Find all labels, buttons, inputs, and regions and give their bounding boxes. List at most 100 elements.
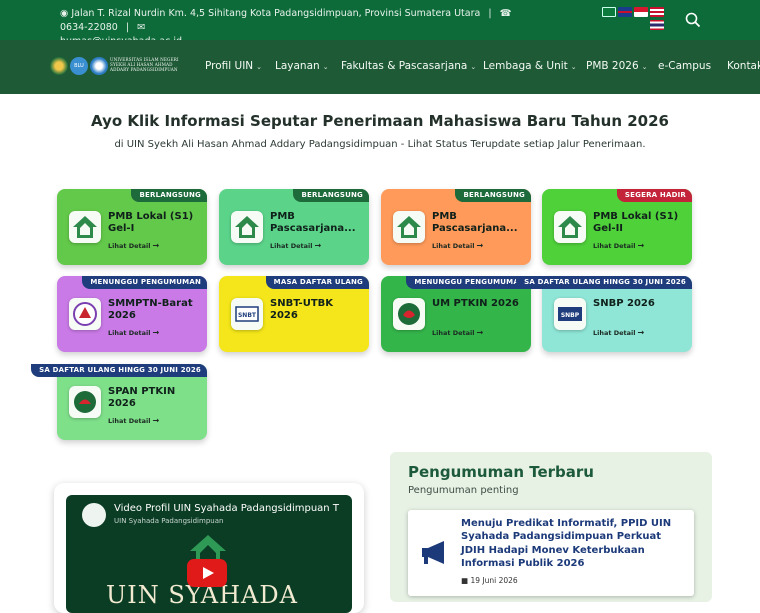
nav-kontak[interactable]: Kontak: [727, 60, 760, 72]
status-badge: BERLANGSUNG: [455, 189, 531, 202]
flag-saudi-icon[interactable]: [602, 7, 616, 17]
detail-link[interactable]: Lihat Detail →: [108, 241, 159, 250]
campus-logo-icon: [90, 57, 108, 75]
nav-label: PMB 2026: [586, 60, 639, 72]
arrow-right-icon: →: [314, 241, 322, 250]
mail-icon: ✉: [137, 22, 146, 33]
card-title: UM PTKIN 2026: [432, 298, 519, 309]
page-title: Ayo Klik Informasi Seputar Penerimaan Ma…: [91, 112, 669, 130]
announcements-heading: Pengumuman Terbaru: [408, 463, 594, 481]
video-title: Video Profil UIN Syahada Padangsidimpuan…: [114, 503, 339, 514]
uin-emblem-icon: [50, 57, 68, 75]
detail-link-label: Lihat Detail: [108, 417, 151, 425]
card-title: PMB Lokal (S1) Gel-II: [593, 211, 679, 234]
megaphone-icon: [422, 541, 444, 564]
admission-card[interactable]: MASA DAFTAR ULANG SNBT SNBT-UTBK 2026: [219, 276, 369, 352]
smmptn-logo-icon: [69, 298, 101, 330]
nav-ecampus[interactable]: e-Campus: [658, 60, 711, 72]
status-badge: SA DAFTAR ULANG HINGG 30 JUNI 2026: [516, 276, 692, 289]
play-button-icon[interactable]: [187, 559, 227, 587]
status-badge: SA DAFTAR ULANG HINGG 30 JUNI 2026: [31, 364, 207, 377]
uin-logo-icon: [69, 211, 101, 243]
nav-lembaga[interactable]: Lembaga & Unit ⌄: [483, 60, 577, 72]
flag-thailand-icon[interactable]: [650, 20, 664, 30]
uin-logo-icon: [231, 211, 263, 243]
admission-card[interactable]: BERLANGSUNG PMB Pascasarjana... Lihat Deta…: [381, 189, 531, 265]
admission-card[interactable]: BERLANGSUNG PMB Pascasarjana... Lihat Deta…: [219, 189, 369, 265]
announcement-title[interactable]: Menuju Predikat Informatif, PPID UIN Sya…: [461, 517, 687, 570]
site-logo[interactable]: BLU UNIVERSITAS ISLAM NEGERI SYEKH ALI H…: [50, 55, 190, 81]
separator: |: [125, 22, 130, 33]
flag-malaysia-icon[interactable]: [650, 7, 664, 17]
calendar-icon: ■: [461, 576, 469, 585]
status-badge: BERLANGSUNG: [293, 189, 369, 202]
location-icon: ◉: [60, 8, 69, 19]
video-player[interactable]: Video Profil UIN Syahada Padangsidimpuan…: [66, 495, 352, 613]
card-title: PMB Pascasarjana...: [432, 211, 518, 234]
announcement-item[interactable]: Menuju Predikat Informatif, PPID UIN Sya…: [408, 510, 694, 596]
detail-link[interactable]: Lihat Detail →: [108, 416, 159, 425]
arrow-right-icon: →: [152, 241, 160, 250]
detail-link-label: Lihat Detail: [108, 329, 151, 337]
arrow-right-icon: →: [152, 328, 160, 337]
flag-english-icon[interactable]: [618, 7, 632, 17]
admission-card[interactable]: MENUNGGU PENGUMUMAN SMMPTN-Barat 2026 Liha…: [57, 276, 207, 352]
card-title: PMB Lokal (S1) Gel-I: [108, 211, 194, 234]
phone-icon: ☎: [499, 8, 512, 19]
arrow-right-icon: →: [637, 241, 645, 250]
nav-label: Fakultas & Pascasarjana: [341, 60, 468, 72]
detail-link[interactable]: Lihat Detail →: [270, 241, 321, 250]
nav-profil-uin[interactable]: Profil UIN ⌄: [205, 60, 262, 72]
nav-fakultas[interactable]: Fakultas & Pascasarjana ⌄: [341, 60, 476, 72]
admission-card[interactable]: SA DAFTAR ULANG HINGG 30 JUNI 2026 SNBP SN…: [516, 276, 692, 352]
announcement-date: ■ 19 Juni 2026: [461, 576, 518, 585]
uin-logo-icon: [554, 211, 586, 243]
detail-link-label: Lihat Detail: [432, 329, 475, 337]
announcement-date-text: 19 Juni 2026: [470, 576, 518, 585]
logo-text: UNIVERSITAS ISLAM NEGERI SYEKH ALI HASAN…: [110, 57, 179, 73]
detail-link[interactable]: Lihat Detail →: [432, 241, 483, 250]
flag-indonesia-icon[interactable]: [634, 7, 648, 17]
arrow-right-icon: →: [476, 241, 484, 250]
chevron-down-icon: ⌄: [641, 63, 648, 71]
detail-link[interactable]: Lihat Detail →: [593, 241, 644, 250]
language-switcher: [602, 6, 664, 34]
arrow-right-icon: →: [152, 416, 160, 425]
admission-card[interactable]: SEGERA HADIR PMB Lokal (S1) Gel-II Lihat D…: [542, 189, 692, 265]
nav-layanan[interactable]: Layanan ⌄: [275, 60, 329, 72]
announcements-subheading: Pengumuman penting: [408, 485, 519, 496]
chevron-down-icon: ⌄: [256, 63, 263, 71]
chevron-down-icon: ⌄: [470, 63, 477, 71]
nav-label: Lembaga & Unit: [483, 60, 568, 72]
video-card: Video Profil UIN Syahada Padangsidimpuan…: [54, 483, 364, 613]
nav-label: e-Campus: [658, 60, 712, 72]
admission-card[interactable]: MENUNGGU PENGUMUMAN UM PTKIN 2026 Lihat De…: [381, 276, 531, 352]
admission-card[interactable]: BERLANGSUNG PMB Lokal (S1) Gel-I Lihat Det…: [57, 189, 207, 265]
chevron-down-icon: ⌄: [322, 63, 329, 71]
arrow-right-icon: →: [476, 328, 484, 337]
detail-link[interactable]: Lihat Detail →: [593, 328, 644, 337]
blu-logo-icon: BLU: [70, 57, 88, 75]
nav-pmb[interactable]: PMB 2026 ⌄: [586, 60, 648, 72]
main-navbar: BLU UNIVERSITAS ISLAM NEGERI SYEKH ALI H…: [0, 40, 760, 94]
detail-link[interactable]: Lihat Detail →: [432, 328, 483, 337]
snbp-logo-icon: SNBP: [554, 298, 586, 330]
detail-link-label: Lihat Detail: [593, 242, 636, 250]
detail-link[interactable]: Lihat Detail →: [108, 328, 159, 337]
span-logo-icon: [69, 386, 101, 418]
status-badge: BERLANGSUNG: [131, 189, 207, 202]
snbt-logo-icon: SNBT: [231, 298, 263, 330]
announcements-panel: Pengumuman Terbaru Pengumuman penting Me…: [390, 452, 712, 602]
admission-card[interactable]: SA DAFTAR ULANG HINGG 30 JUNI 2026 SPAN P…: [31, 364, 207, 440]
phone-text[interactable]: 0634-22080: [60, 22, 118, 33]
arrow-right-icon: →: [637, 328, 645, 337]
detail-link-label: Lihat Detail: [108, 242, 151, 250]
umptkin-logo-icon: [393, 298, 425, 330]
card-title: SNBT-UTBK 2026: [270, 298, 334, 321]
nav-label: Profil UIN: [205, 60, 254, 72]
nav-label: Kontak: [727, 60, 760, 72]
status-badge: MASA DAFTAR ULANG: [265, 276, 369, 289]
search-icon[interactable]: [684, 11, 702, 29]
detail-link-label: Lihat Detail: [593, 329, 636, 337]
nav-label: Layanan: [275, 60, 320, 72]
